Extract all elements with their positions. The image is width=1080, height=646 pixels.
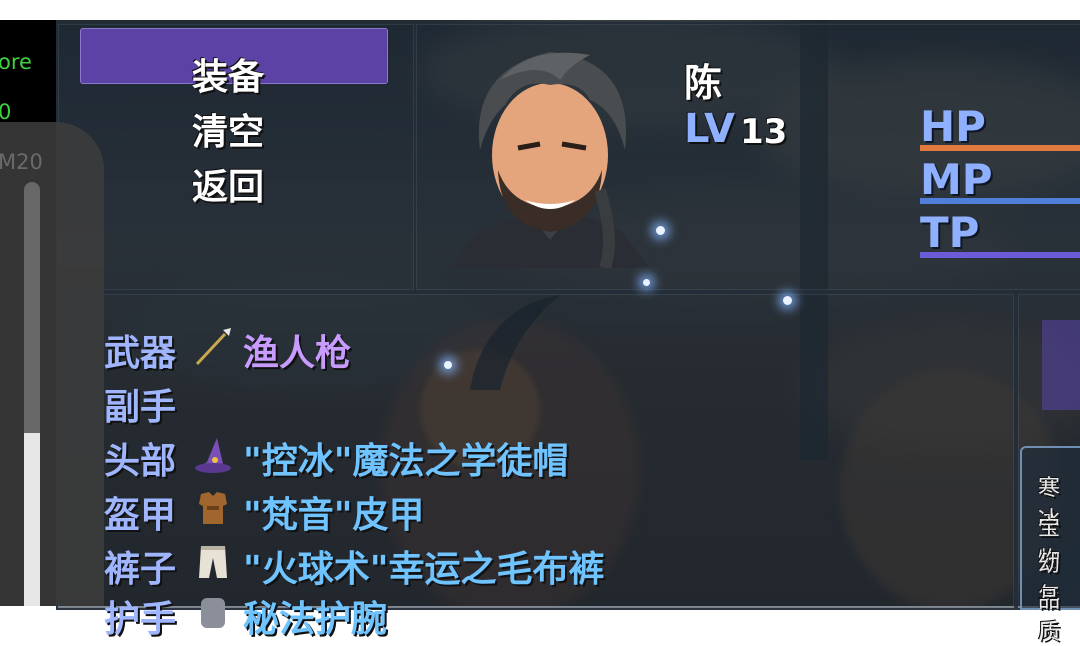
- scroll-overlay: [0, 122, 104, 606]
- cloth-pants-icon: [199, 546, 227, 578]
- tp-label: TP: [920, 208, 980, 257]
- actor-portrait: [450, 52, 650, 268]
- help-line-4: 品质: [1038, 588, 1061, 645]
- mp-label: MP: [920, 155, 993, 204]
- slot-head-label: 头部: [104, 441, 177, 482]
- slot-offhand-label: 副手: [104, 387, 177, 428]
- slot-pants-item[interactable]: "火球术"幸运之毛布裤: [243, 540, 605, 592]
- slot-weapon-label: 武器: [104, 333, 177, 374]
- slot-head-item[interactable]: "控冰"魔法之学徒帽: [243, 432, 569, 484]
- hp-gauge: [920, 145, 1080, 151]
- side-text-2: 0: [0, 100, 12, 124]
- tp-gauge: [920, 252, 1080, 258]
- sparkle: [643, 279, 650, 286]
- bracer-icon: [201, 598, 225, 628]
- leather-armor-icon: [199, 492, 227, 524]
- slot-pants-label: 裤子: [104, 549, 177, 590]
- clear-command[interactable]: 清空: [192, 103, 264, 155]
- slot-weapon-item[interactable]: 渔人枪: [243, 324, 351, 376]
- slot-hands-item[interactable]: 秘法护腕: [243, 590, 387, 642]
- side-text-3: M20: [0, 150, 43, 174]
- hp-label: HP: [920, 102, 986, 151]
- back-command[interactable]: 返回: [192, 158, 264, 210]
- mp-gauge: [920, 198, 1080, 204]
- wizard-hat-icon: [195, 438, 231, 473]
- side-text-1: ore: [0, 50, 32, 74]
- sparkle: [656, 226, 665, 235]
- sparkle: [444, 361, 452, 369]
- scrollbar-thumb[interactable]: [24, 433, 40, 606]
- spear-icon: [195, 328, 231, 366]
- slot-armor-item[interactable]: "梵音"皮甲: [243, 486, 425, 538]
- level-label: LV: [684, 106, 735, 152]
- item-list-highlight: [1042, 320, 1080, 410]
- slot-hands-label: 护手: [104, 599, 177, 640]
- level-value: 13: [740, 112, 788, 152]
- actor-name: 陈: [684, 61, 723, 105]
- slot-armor-label: 盔甲: [104, 495, 177, 536]
- sparkle: [783, 296, 792, 305]
- equip-command[interactable]: 装备: [192, 48, 264, 100]
